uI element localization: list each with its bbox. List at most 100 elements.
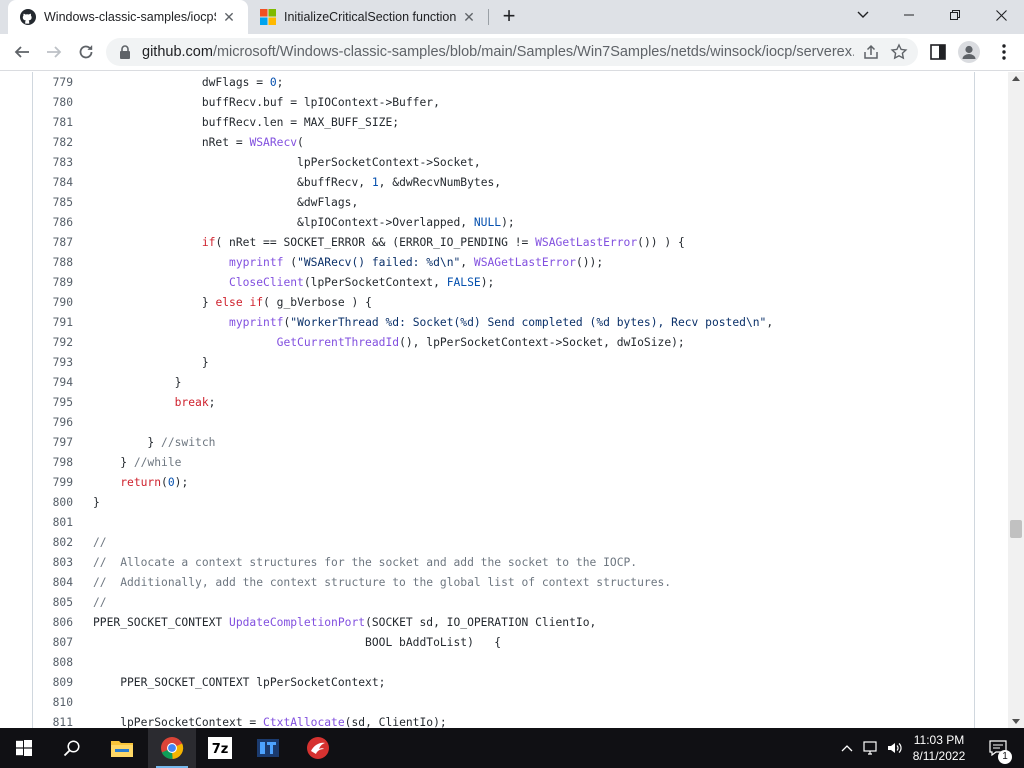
line-number[interactable]: 785 [33,193,73,213]
taskbar-file-explorer[interactable] [98,728,146,768]
line-number[interactable]: 807 [33,633,73,653]
address-bar[interactable]: github.com/microsoft/Windows-classic-sam… [106,38,918,66]
person-icon [962,45,976,59]
code-line: 800} [33,493,973,513]
taskbar-app[interactable] [294,728,342,768]
lock-icon[interactable] [118,45,132,59]
new-tab-button[interactable]: + [496,5,522,29]
line-number[interactable]: 810 [33,693,73,713]
line-number[interactable]: 799 [33,473,73,493]
line-number[interactable]: 808 [33,653,73,673]
start-button[interactable] [0,728,48,768]
code-text: break; [174,396,216,409]
search-button[interactable] [48,728,96,768]
line-number[interactable]: 803 [33,553,73,573]
line-number[interactable]: 800 [33,493,73,513]
line-number[interactable]: 782 [33,133,73,153]
code-text: // [93,536,107,549]
line-number[interactable]: 787 [33,233,73,253]
scrollbar-thumb[interactable] [1010,520,1022,538]
browser-toolbar: github.com/microsoft/Windows-classic-sam… [0,34,1024,71]
search-icon [63,740,80,757]
tab-github[interactable]: Windows-classic-samples/iocpSe ✕ [8,0,248,34]
line-number[interactable]: 786 [33,213,73,233]
close-tab-icon[interactable]: ✕ [220,8,238,26]
restore-button[interactable] [932,0,978,30]
line-number[interactable]: 790 [33,293,73,313]
tab-title: InitializeCriticalSection function ( [284,10,456,24]
line-number[interactable]: 783 [33,153,73,173]
minimize-button[interactable] [886,0,932,30]
forward-button[interactable] [40,38,68,66]
code-text: if( nRet == SOCKET_ERROR && (ERROR_IO_PE… [201,236,685,249]
taskbar-ida[interactable] [244,728,292,768]
arrow-left-icon [14,46,29,58]
line-number[interactable]: 806 [33,613,73,633]
page-content: 779 dwFlags = 0; 780 buffRecv.buf = lpIO… [0,72,1008,728]
code-line: 803 // Allocate a context structures for … [33,553,973,573]
profile-avatar[interactable] [958,41,980,63]
line-number[interactable]: 781 [33,113,73,133]
code-line: 783 lpPerSocketContext->Socket, [33,153,973,173]
close-window-button[interactable] [978,0,1024,30]
more-menu-icon[interactable] [994,42,1014,62]
line-number[interactable]: 805 [33,593,73,613]
scroll-down-arrow-icon[interactable] [1012,719,1020,724]
tab-microsoft-docs[interactable]: InitializeCriticalSection function ( ✕ [248,0,488,34]
tab-separator [488,9,489,25]
system-clock[interactable]: 11:03 PM 8/11/2022 [906,732,972,764]
url-text[interactable]: github.com/microsoft/Windows-classic-sam… [142,44,854,60]
code-line: 797 } //switch [33,433,973,453]
line-number[interactable]: 789 [33,273,73,293]
code-line: 806 PPER_SOCKET_CONTEXT UpdateCompletionP… [33,613,973,633]
code-text: } [93,496,100,509]
code-line: 791 myprintf("WorkerThread %d: Socket(%d… [33,313,973,333]
side-panel-icon[interactable] [928,42,948,62]
url-host: github.com [142,44,213,60]
line-number[interactable]: 797 [33,433,73,453]
line-number[interactable]: 791 [33,313,73,333]
line-number[interactable]: 796 [33,413,73,433]
line-number[interactable]: 779 [33,73,73,93]
line-number[interactable]: 788 [33,253,73,273]
line-number[interactable]: 811 [33,713,73,728]
code-line: 780 buffRecv.buf = lpIOContext->Buffer, [33,93,973,113]
line-number[interactable]: 798 [33,453,73,473]
code-line: 798 } //while [33,453,973,473]
taskbar-chrome[interactable] [148,728,196,768]
reload-button[interactable] [72,38,100,66]
windows-start-icon [16,740,32,756]
code-line: 802 // [33,533,973,553]
volume-button[interactable] [884,728,906,768]
line-number[interactable]: 780 [33,93,73,113]
close-tab-icon[interactable]: ✕ [460,8,478,26]
speaker-icon [888,743,902,753]
line-number[interactable]: 801 [33,513,73,533]
code-text: } [93,376,182,389]
code-line: 784 &buffRecv, 1, &dwRecvNumBytes, [33,173,973,193]
back-button[interactable] [8,38,36,66]
line-number[interactable]: 793 [33,353,73,373]
line-number[interactable]: 792 [33,333,73,353]
line-number[interactable]: 809 [33,673,73,693]
line-number[interactable]: 802 [33,533,73,553]
line-number[interactable]: 804 [33,573,73,593]
show-hidden-icons-button[interactable] [838,728,856,768]
tab-search-button[interactable] [840,0,886,30]
code-line: 795 break; [33,393,973,413]
line-number[interactable]: 794 [33,373,73,393]
line-number[interactable]: 784 [33,173,73,193]
share-icon[interactable] [862,43,880,61]
scroll-up-arrow-icon[interactable] [1012,76,1020,81]
chrome-icon [161,737,184,760]
arrow-right-icon [47,46,62,58]
network-button[interactable] [860,728,882,768]
action-center-button[interactable]: 1 [978,728,1018,768]
taskbar-7zip[interactable]: 7z [196,728,244,768]
page-scrollbar[interactable] [1008,72,1024,728]
code-line: 781 buffRecv.len = MAX_BUFF_SIZE; [33,113,973,133]
code-text: return(0); [120,476,189,489]
network-icon [863,741,877,755]
bookmark-star-icon[interactable] [890,43,908,61]
line-number[interactable]: 795 [33,393,73,413]
